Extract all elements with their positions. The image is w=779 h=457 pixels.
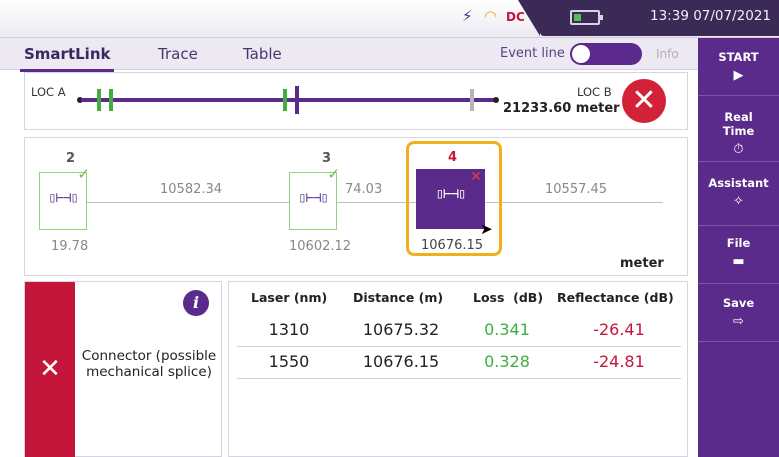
file-button[interactable]: File ▬	[698, 226, 779, 284]
start-label: START	[718, 50, 759, 64]
check-icon: ✓	[77, 165, 90, 183]
assistant-button[interactable]: Assistant ✧	[698, 162, 779, 226]
segment-length: 10557.45	[545, 182, 608, 197]
event-number: 3	[322, 151, 332, 166]
start-button[interactable]: START ▶	[698, 38, 779, 96]
battery-icon	[570, 10, 603, 25]
event-marker[interactable]	[470, 89, 474, 111]
link-overview: LOC A LOC B 21233.60 meter	[24, 72, 688, 130]
event-number: 2	[66, 151, 76, 166]
event-card-3[interactable]: ▯⊢⊣▯ ✓	[289, 165, 340, 230]
loc-b-label: LOC B	[577, 85, 612, 99]
fail-icon: ✕	[470, 169, 482, 185]
assistant-label: Assistant	[708, 176, 769, 190]
segment-length: 74.03	[345, 182, 383, 197]
event-marker[interactable]	[109, 89, 113, 111]
tab-trace[interactable]: Trace	[158, 45, 198, 63]
real-time-button[interactable]: Real Time ⏱	[698, 96, 779, 162]
laser-cell: 1310	[268, 320, 310, 339]
loss-cell: 0.341	[484, 320, 530, 339]
event-description: Connector (possible mechanical splice)	[81, 348, 217, 380]
fiber-line	[81, 98, 495, 102]
folder-icon: ▬	[732, 254, 745, 269]
column-header: Distance (m)	[353, 290, 444, 305]
stopwatch-icon: ⏱	[733, 142, 744, 157]
file-label: File	[726, 236, 751, 250]
connector-icon: ▯⊢⊣▯	[298, 190, 329, 206]
event-chain: 2 3 ▯⊢⊣▯ ✓ ▯⊢⊣▯ ✓ 10582.34 74.03 10557.4…	[24, 137, 688, 276]
event-position: 10602.12	[289, 239, 352, 254]
event-line-toggle[interactable]	[570, 43, 642, 65]
info-label[interactable]: Info	[656, 47, 679, 61]
wand-icon: ✧	[733, 194, 744, 209]
event-card-4[interactable]: ▯⊢⊣▯ ✕	[416, 169, 485, 229]
event-marker[interactable]	[283, 89, 287, 111]
action-sidebar: START ▶ Real Time ⏱ Assistant ✧ File ▬ S…	[698, 38, 779, 457]
fail-strip: ✕	[25, 282, 75, 457]
total-distance: 21233.60 meter	[503, 101, 620, 116]
distance-cell: 10676.15	[362, 352, 440, 371]
results-table: Laser (nm) Distance (m) Loss (dB) Reflec…	[228, 281, 688, 457]
distance-unit: meter	[620, 256, 664, 271]
reflectance-cell: -26.41	[593, 320, 645, 339]
segment-length: 10582.34	[160, 182, 223, 197]
check-icon: ✓	[327, 165, 340, 183]
fail-x-icon: ✕	[39, 354, 61, 384]
event-card-2[interactable]: ▯⊢⊣▯ ✓	[39, 165, 90, 230]
event-marker-selected[interactable]	[295, 86, 299, 114]
real-time-label: Real Time	[722, 110, 755, 138]
wifi-icon: ◠	[484, 7, 498, 25]
loc-a-label: LOC A	[31, 85, 66, 99]
save-label: Save	[722, 296, 755, 310]
event-position: 19.78	[51, 239, 89, 254]
event-marker[interactable]	[97, 89, 101, 111]
info-icon[interactable]: i	[183, 290, 209, 316]
toggle-knob	[572, 45, 590, 63]
usb-icon: ⚡	[462, 7, 473, 25]
distance-cell: 10675.32	[362, 320, 440, 339]
row-separator	[237, 378, 681, 379]
connector-icon: ▯⊢⊣▯	[435, 186, 467, 202]
fail-status-icon: ✕	[622, 79, 666, 123]
event-number-selected: 4	[448, 150, 458, 165]
status-bar: ⚡ ◠ DC 13:39 07/07/2021	[0, 0, 779, 38]
tab-bar: SmartLink Trace Table Event line Info	[0, 38, 698, 72]
column-header: Reflectance (dB)	[557, 290, 674, 305]
loss-cell: 0.328	[484, 352, 530, 371]
event-position-selected: 10676.15	[421, 238, 484, 253]
event-detail-panel: ✕ i Connector (possible mechanical splic…	[24, 281, 222, 457]
save-icon: ⇨	[733, 314, 744, 329]
tab-smartlink[interactable]: SmartLink	[19, 45, 115, 72]
fiber-segment-line	[85, 202, 663, 203]
event-line-label: Event line	[500, 46, 565, 61]
loc-b-endpoint	[493, 97, 499, 103]
connector-icon: ▯⊢⊣▯	[48, 190, 79, 206]
column-header: Loss (dB)	[473, 290, 544, 305]
row-separator	[237, 346, 681, 347]
tab-table[interactable]: Table	[243, 45, 282, 63]
play-icon: ▶	[733, 68, 744, 83]
pointer-cursor-icon: ➤	[480, 220, 493, 238]
column-header: Laser (nm)	[251, 290, 328, 305]
laser-cell: 1550	[268, 352, 310, 371]
reflectance-cell: -24.81	[593, 352, 645, 371]
clock: 13:39 07/07/2021	[650, 8, 772, 24]
save-button[interactable]: Save ⇨	[698, 284, 779, 342]
